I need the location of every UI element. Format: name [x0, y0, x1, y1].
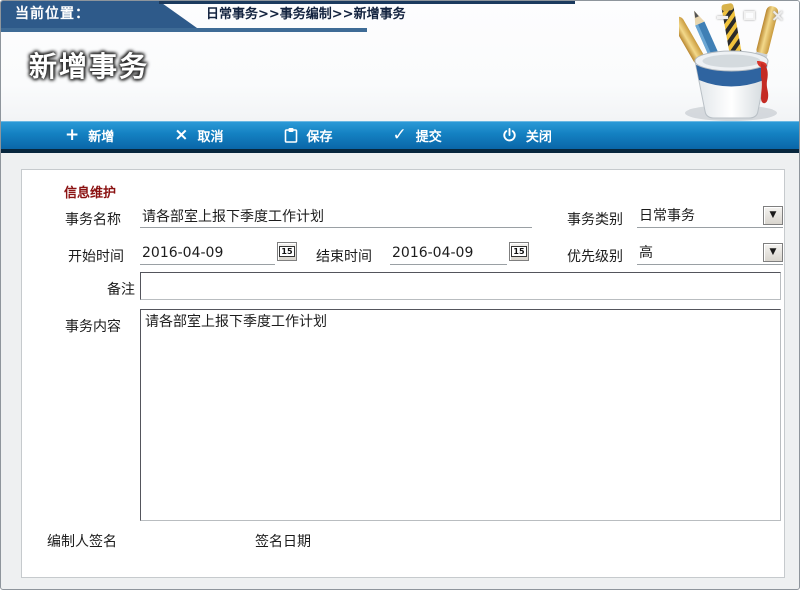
category-label: 事务类别	[567, 212, 623, 228]
topbar-underline	[1, 28, 367, 32]
window-controls: ×	[716, 8, 785, 25]
toolbar: + 新增 × 取消 保存 ✓ 提交 关闭	[1, 121, 799, 153]
section-title: 信息维护	[64, 186, 117, 201]
chevron-down-icon: ▼	[769, 210, 777, 220]
app-window: × 当前位置： 日常事务>>事务编制>>新增事务 新增事务 + 新增 × 取消	[0, 0, 800, 590]
category-value: 日常事务	[639, 208, 695, 224]
start-time-label: 开始时间	[68, 249, 124, 265]
task-name-label: 事务名称	[65, 212, 121, 228]
end-time-label: 结束时间	[316, 249, 372, 265]
task-name-input[interactable]	[140, 206, 532, 228]
breadcrumb: 日常事务>>事务编制>>新增事务	[206, 7, 406, 22]
content-textarea[interactable]: 请各部室上报下季度工作计划	[140, 309, 781, 521]
save-icon	[284, 127, 298, 143]
cancel-button-label: 取消	[197, 129, 224, 145]
form-panel: 信息维护 事务名称 事务类别 日常事务 ▼ 开始时间 15 结束时间 15 优先…	[21, 169, 785, 578]
priority-select[interactable]: 高 ▼	[637, 243, 783, 265]
end-date-input[interactable]	[390, 243, 507, 265]
minimize-icon[interactable]	[716, 8, 728, 19]
save-button[interactable]: 保存	[284, 126, 333, 145]
remarks-input[interactable]	[140, 272, 781, 300]
save-button-label: 保存	[306, 129, 333, 145]
submit-button[interactable]: ✓ 提交	[393, 126, 442, 145]
check-icon: ✓	[392, 124, 407, 145]
end-date-calendar-button[interactable]: 15	[509, 242, 529, 261]
priority-label: 优先级别	[567, 249, 623, 265]
plus-icon: +	[65, 124, 80, 145]
location-label-tab: 当前位置：	[1, 1, 197, 28]
page-title: 新增事务	[29, 50, 150, 83]
priority-value: 高	[639, 245, 653, 261]
header: × 当前位置： 日常事务>>事务编制>>新增事务 新增事务	[1, 1, 799, 121]
start-date-input[interactable]	[140, 243, 275, 265]
category-select[interactable]: 日常事务 ▼	[637, 206, 783, 228]
new-button-label: 新增	[88, 129, 115, 145]
location-label: 当前位置：	[15, 6, 90, 22]
cancel-button[interactable]: × 取消	[174, 126, 223, 145]
close-icon[interactable]: ×	[771, 8, 785, 25]
signer-label: 编制人签名	[47, 534, 117, 550]
content-label: 事务内容	[65, 319, 121, 335]
remarks-label: 备注	[107, 282, 135, 298]
calendar-icon: 15	[511, 246, 527, 257]
calendar-icon: 15	[279, 246, 295, 257]
close-button-label: 关闭	[525, 129, 552, 145]
submit-button-label: 提交	[415, 129, 442, 145]
power-icon	[502, 127, 517, 143]
new-button[interactable]: + 新增	[65, 126, 114, 145]
start-date-calendar-button[interactable]: 15	[277, 242, 297, 261]
category-dropdown-button[interactable]: ▼	[763, 206, 783, 225]
sign-date-label: 签名日期	[255, 534, 311, 550]
close-button[interactable]: 关闭	[502, 126, 552, 145]
maximize-icon[interactable]	[743, 8, 755, 20]
chevron-down-icon: ▼	[769, 247, 777, 257]
x-icon: ×	[174, 124, 189, 145]
priority-dropdown-button[interactable]: ▼	[763, 243, 783, 262]
